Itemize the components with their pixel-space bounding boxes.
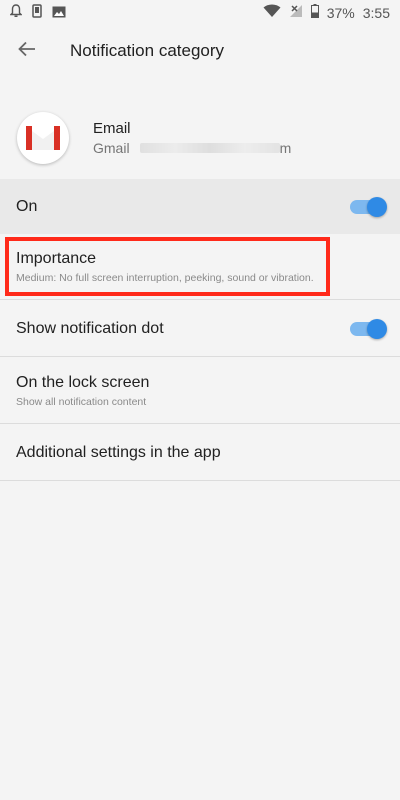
page-title: Notification category (70, 41, 225, 60)
importance-text: Importance Medium: No full screen interr… (16, 250, 314, 284)
on-toggle[interactable] (350, 196, 387, 217)
clock: 3:55 (362, 4, 390, 21)
arrow-back-icon (18, 41, 36, 62)
lock-screen-row[interactable]: On the lock screen Show all notification… (0, 358, 400, 424)
notification-dot-label: Show notification dot (16, 319, 164, 337)
battery-percent: 37% (326, 4, 355, 21)
status-left (9, 4, 66, 21)
image-icon (52, 5, 66, 21)
importance-summary: Medium: No full screen interruption, pee… (16, 271, 314, 284)
app-account: Gmail m (93, 140, 291, 156)
additional-settings-row[interactable]: Additional settings in the app (0, 425, 400, 481)
phone-icon (32, 4, 42, 21)
app-name: Email (93, 119, 131, 137)
account-label: Gmail (93, 139, 130, 156)
app-info: Email Gmail m (93, 120, 291, 156)
status-bar: 37% 3:55 (0, 0, 400, 25)
notification-dot-toggle[interactable] (350, 318, 387, 339)
redacted-email (139, 142, 280, 153)
back-button[interactable] (15, 39, 39, 63)
additional-settings-label: Additional settings in the app (16, 443, 221, 461)
notification-dot-row[interactable]: Show notification dot (0, 301, 400, 357)
app-bar: Notification category (0, 25, 400, 77)
lock-screen-summary: Show all notification content (16, 395, 147, 408)
lock-screen-text: On the lock screen Show all notification… (16, 374, 149, 408)
toggle-knob (367, 318, 387, 339)
status-right: 37% 3:55 (263, 4, 390, 21)
importance-label: Importance (16, 249, 97, 267)
notification-bell-icon (9, 4, 23, 21)
gmail-icon (17, 111, 69, 164)
no-signal-icon (289, 4, 303, 21)
on-label: On (16, 197, 38, 215)
toggle-knob (367, 196, 387, 217)
wifi-icon (263, 4, 281, 21)
on-row[interactable]: On (0, 179, 400, 234)
account-suffix: m (279, 139, 292, 156)
app-header: Email Gmail m (0, 100, 400, 175)
battery-icon (310, 4, 319, 21)
importance-row[interactable]: Importance Medium: No full screen interr… (0, 234, 400, 300)
lock-screen-label: On the lock screen (16, 373, 150, 391)
